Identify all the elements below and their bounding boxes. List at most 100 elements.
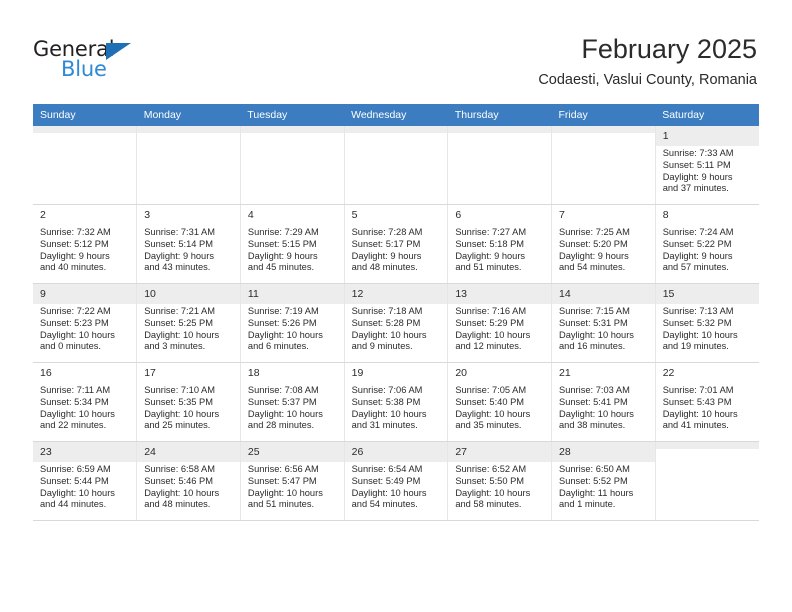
sun-info: Sunrise: 7:32 AM Sunset: 5:12 PM Daylight:… xyxy=(40,227,130,274)
calendar-day-cell[interactable]: 26 Sunrise: 6:54 AM Sunset: 5:49 PM Dayligh… xyxy=(344,441,449,521)
calendar-day-cell[interactable]: 27 Sunrise: 6:52 AM Sunset: 5:50 PM Dayligh… xyxy=(447,441,553,521)
weekday-header-sunday: Sunday xyxy=(33,104,137,126)
calendar-day-cell[interactable]: 3 Sunrise: 7:31 AM Sunset: 5:14 PM Daylight… xyxy=(136,204,241,284)
sun-info-daylight2: and 38 minutes. xyxy=(559,420,626,431)
calendar-day-cell[interactable]: 25 Sunrise: 6:56 AM Sunset: 5:47 PM Dayligh… xyxy=(240,441,345,521)
calendar-day-content: 19 Sunrise: 7:06 AM Sunset: 5:38 PM Dayligh… xyxy=(344,363,448,435)
sun-info-sunrise: Sunrise: 7:31 AM xyxy=(144,227,216,237)
calendar-day-cell[interactable]: 11 Sunrise: 7:19 AM Sunset: 5:26 PM Dayligh… xyxy=(240,283,345,363)
sun-info-sunset: Sunset: 5:37 PM xyxy=(247,396,317,407)
calendar-day-cell[interactable]: 9 Sunrise: 7:22 AM Sunset: 5:23 PM Daylight… xyxy=(33,283,138,363)
sun-info-sunrise: Sunrise: 6:52 AM xyxy=(455,464,527,474)
day-number: 3 xyxy=(144,209,151,221)
calendar-day-cell[interactable]: 15 Sunrise: 7:13 AM Sunset: 5:32 PM Dayligh… xyxy=(655,283,759,363)
calendar-empty-cell xyxy=(655,441,759,521)
sun-info-daylight1: Daylight: 10 hours xyxy=(559,329,634,340)
sun-info-daylight2: and 19 minutes. xyxy=(662,341,729,352)
sun-info-daylight1: Daylight: 10 hours xyxy=(351,408,427,419)
day-number-strip: 2 xyxy=(33,205,137,225)
day-number-strip: 22 xyxy=(655,363,759,383)
day-number: 19 xyxy=(351,367,364,379)
calendar-day-cell[interactable]: 2 Sunrise: 7:32 AM Sunset: 5:12 PM Daylight… xyxy=(33,204,138,284)
calendar-day-cell[interactable]: 8 Sunrise: 7:24 AM Sunset: 5:22 PM Daylight… xyxy=(655,204,759,284)
sun-info-sunrise: Sunrise: 7:05 AM xyxy=(455,385,527,395)
calendar-day-cell[interactable]: 16 Sunrise: 7:11 AM Sunset: 5:34 PM Dayligh… xyxy=(33,362,138,442)
sun-info-sunset: Sunset: 5:28 PM xyxy=(351,317,421,328)
page-subtitle: Codaesti, Vaslui County, Romania xyxy=(538,72,757,88)
calendar-day-content: 5 Sunrise: 7:28 AM Sunset: 5:17 PM Daylight… xyxy=(344,205,448,277)
calendar-week-row: 16 Sunrise: 7:11 AM Sunset: 5:34 PM Dayligh… xyxy=(33,362,759,442)
day-number-strip xyxy=(344,126,448,133)
sun-info-sunset: Sunset: 5:15 PM xyxy=(247,238,317,249)
calendar-day-cell[interactable]: 1 Sunrise: 7:33 AM Sunset: 5:11 PM Daylight… xyxy=(655,126,759,205)
sun-info-daylight2: and 48 minutes. xyxy=(351,262,418,273)
day-number: 9 xyxy=(40,288,46,300)
weekday-header-thursday: Thursday xyxy=(447,104,552,126)
calendar-week-row: 2 Sunrise: 7:32 AM Sunset: 5:12 PM Daylight… xyxy=(33,204,759,284)
sun-info-daylight2: and 57 minutes. xyxy=(662,262,729,273)
general-blue-logo: General Blue xyxy=(33,38,153,84)
calendar-day-content: 17 Sunrise: 7:10 AM Sunset: 5:35 PM Dayligh… xyxy=(137,363,240,435)
calendar-day-content: 22 Sunrise: 7:01 AM Sunset: 5:43 PM Dayligh… xyxy=(655,363,759,435)
day-number: 14 xyxy=(559,288,571,300)
sun-info-sunrise: Sunrise: 7:06 AM xyxy=(351,385,423,395)
day-number-strip: 3 xyxy=(137,205,240,225)
day-number: 6 xyxy=(455,209,462,221)
calendar-day-cell[interactable]: 19 Sunrise: 7:06 AM Sunset: 5:38 PM Dayligh… xyxy=(344,362,449,442)
sun-info-sunrise: Sunrise: 7:27 AM xyxy=(455,227,527,237)
calendar-day-content: 24 Sunrise: 6:58 AM Sunset: 5:46 PM Dayligh… xyxy=(137,442,240,514)
calendar-day-cell[interactable]: 18 Sunrise: 7:08 AM Sunset: 5:37 PM Dayligh… xyxy=(240,362,345,442)
sun-info-daylight1: Daylight: 10 hours xyxy=(247,487,323,498)
calendar-day-cell[interactable]: 13 Sunrise: 7:16 AM Sunset: 5:29 PM Dayligh… xyxy=(447,283,553,363)
sun-info-sunset: Sunset: 5:14 PM xyxy=(144,238,213,249)
calendar-day-cell[interactable]: 12 Sunrise: 7:18 AM Sunset: 5:28 PM Dayligh… xyxy=(344,283,449,363)
sun-info-sunset: Sunset: 5:49 PM xyxy=(351,475,421,486)
calendar-day-cell[interactable]: 10 Sunrise: 7:21 AM Sunset: 5:25 PM Dayligh… xyxy=(136,283,241,363)
day-number-strip: 14 xyxy=(552,284,655,304)
sun-info: Sunrise: 7:15 AM Sunset: 5:31 PM Daylight:… xyxy=(559,306,649,353)
calendar-day-content: 10 Sunrise: 7:21 AM Sunset: 5:25 PM Dayligh… xyxy=(137,284,240,356)
calendar-day-cell[interactable]: 22 Sunrise: 7:01 AM Sunset: 5:43 PM Dayligh… xyxy=(655,362,759,442)
day-number-strip: 28 xyxy=(552,442,655,462)
day-number: 16 xyxy=(40,367,52,379)
day-number-strip: 15 xyxy=(655,284,759,304)
sun-info-daylight1: Daylight: 10 hours xyxy=(662,329,738,340)
sun-info-daylight1: Daylight: 10 hours xyxy=(247,329,323,340)
sun-info-daylight1: Daylight: 9 hours xyxy=(247,250,318,261)
sun-info-sunset: Sunset: 5:34 PM xyxy=(40,396,109,407)
calendar-day-cell[interactable]: 4 Sunrise: 7:29 AM Sunset: 5:15 PM Daylight… xyxy=(240,204,345,284)
calendar-day-cell[interactable]: 7 Sunrise: 7:25 AM Sunset: 5:20 PM Daylight… xyxy=(551,204,656,284)
sun-info: Sunrise: 7:10 AM Sunset: 5:35 PM Daylight:… xyxy=(144,385,234,432)
sun-info-sunset: Sunset: 5:38 PM xyxy=(351,396,421,407)
weekday-header-saturday: Saturday xyxy=(655,104,759,126)
calendar-week-row: 1 Sunrise: 7:33 AM Sunset: 5:11 PM Daylight… xyxy=(33,126,759,205)
sun-info-daylight1: Daylight: 10 hours xyxy=(40,329,115,340)
day-number-strip: 1 xyxy=(655,126,759,146)
sun-info-daylight2: and 1 minute. xyxy=(559,499,616,510)
day-number: 21 xyxy=(559,367,571,379)
calendar-day-cell[interactable]: 6 Sunrise: 7:27 AM Sunset: 5:18 PM Daylight… xyxy=(447,204,553,284)
calendar-day-content: 7 Sunrise: 7:25 AM Sunset: 5:20 PM Daylight… xyxy=(552,205,655,277)
calendar-day-cell[interactable]: 28 Sunrise: 6:50 AM Sunset: 5:52 PM Dayligh… xyxy=(551,441,656,521)
calendar-day-cell[interactable]: 21 Sunrise: 7:03 AM Sunset: 5:41 PM Dayligh… xyxy=(551,362,656,442)
calendar-day-cell[interactable]: 17 Sunrise: 7:10 AM Sunset: 5:35 PM Dayligh… xyxy=(136,362,241,442)
calendar-day-content: 9 Sunrise: 7:22 AM Sunset: 5:23 PM Daylight… xyxy=(33,284,137,356)
sun-info-daylight2: and 54 minutes. xyxy=(351,499,418,510)
calendar-day-cell[interactable]: 23 Sunrise: 6:59 AM Sunset: 5:44 PM Dayligh… xyxy=(33,441,138,521)
calendar-day-cell[interactable]: 5 Sunrise: 7:28 AM Sunset: 5:17 PM Daylight… xyxy=(344,204,449,284)
day-number-strip xyxy=(655,442,759,449)
sun-info: Sunrise: 7:05 AM Sunset: 5:40 PM Daylight:… xyxy=(455,385,545,432)
sun-info-daylight2: and 41 minutes. xyxy=(662,420,729,431)
sun-info-daylight2: and 25 minutes. xyxy=(144,420,211,431)
day-number-strip: 10 xyxy=(137,284,240,304)
calendar-day-cell[interactable]: 24 Sunrise: 6:58 AM Sunset: 5:46 PM Dayligh… xyxy=(136,441,241,521)
day-number: 20 xyxy=(455,367,467,379)
calendar-day-content xyxy=(33,126,137,198)
sun-info-sunset: Sunset: 5:20 PM xyxy=(559,238,628,249)
day-number-strip: 5 xyxy=(344,205,448,225)
calendar-day-cell[interactable]: 20 Sunrise: 7:05 AM Sunset: 5:40 PM Dayligh… xyxy=(447,362,553,442)
day-number-strip: 25 xyxy=(240,442,344,462)
sun-info-sunrise: Sunrise: 7:21 AM xyxy=(144,306,216,316)
calendar-day-cell[interactable]: 14 Sunrise: 7:15 AM Sunset: 5:31 PM Dayligh… xyxy=(551,283,656,363)
sun-info-daylight1: Daylight: 10 hours xyxy=(144,487,220,498)
